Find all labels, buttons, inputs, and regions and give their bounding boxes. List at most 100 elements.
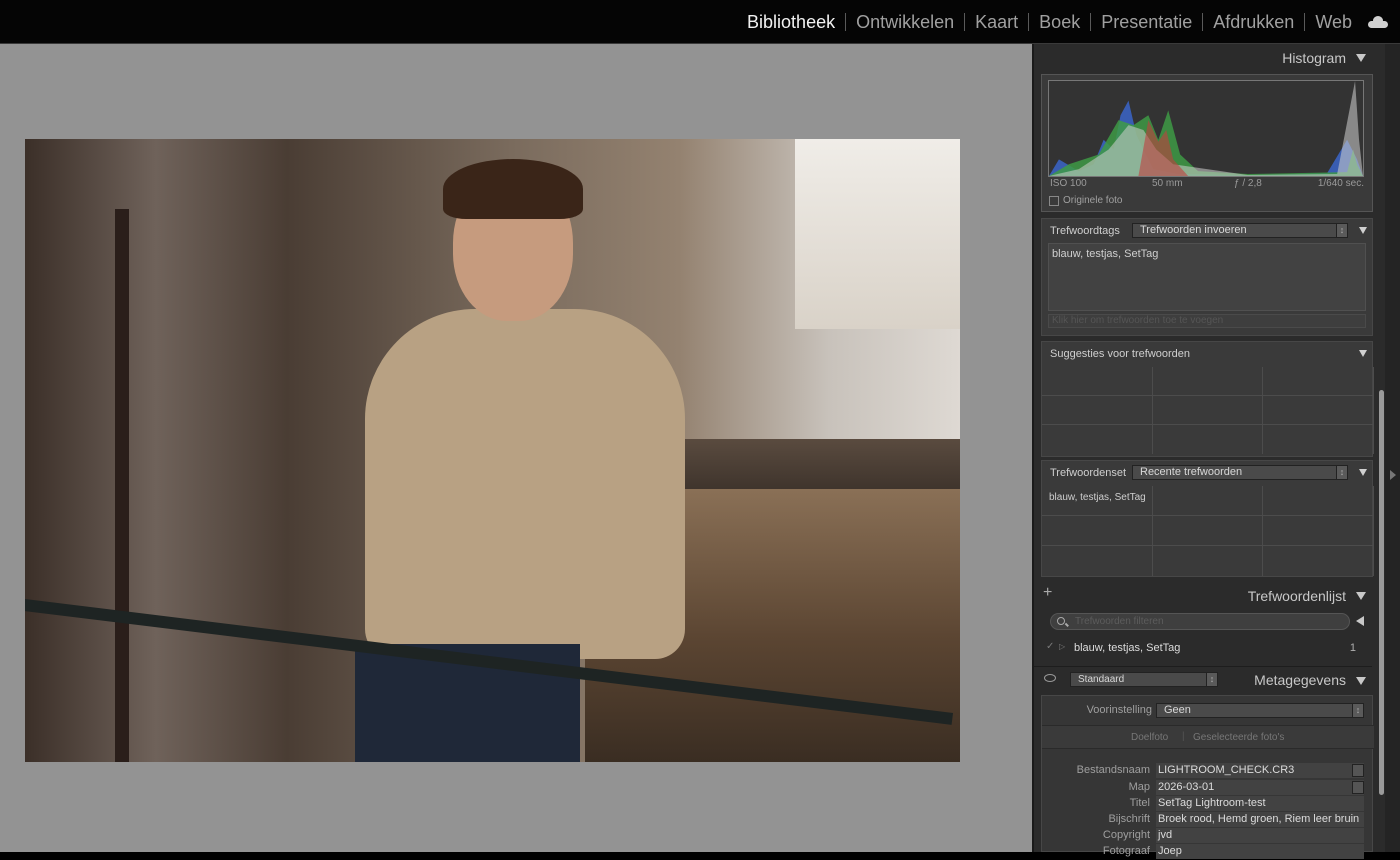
keyword-list-item[interactable]: ✓ ▷ blauw, testjas, SetTag 1 — [1040, 640, 1372, 658]
shutter-readout: 1/640 sec. — [1317, 178, 1364, 189]
module-web[interactable]: Web — [1304, 13, 1362, 31]
suggestion-cell[interactable] — [1152, 396, 1264, 425]
keyword-set-cell[interactable] — [1153, 546, 1264, 576]
suggestion-cell[interactable] — [1263, 367, 1374, 396]
add-keyword-field[interactable]: Klik hier om trefwoorden toe te voegen — [1048, 314, 1366, 328]
suggestion-cell[interactable] — [1042, 367, 1153, 396]
caption-field[interactable]: Broek rood, Hemd groen, Riem leer bruin — [1156, 812, 1364, 827]
suggestions-label: Suggesties voor trefwoorden — [1050, 348, 1191, 360]
selected-photos-button[interactable]: Geselecteerde foto's — [1193, 732, 1284, 743]
eye-icon[interactable] — [1044, 674, 1056, 682]
keyword-count: 1 — [1349, 642, 1356, 654]
filter-expand-icon[interactable] — [1356, 616, 1364, 626]
right-panel-edge[interactable] — [1385, 44, 1400, 852]
keyword-set-cell[interactable] — [1263, 546, 1374, 576]
module-library[interactable]: Bibliotheek — [737, 13, 845, 31]
keyword-set-cell[interactable] — [1042, 516, 1153, 546]
keyword-filter-input[interactable]: Trefwoorden filteren — [1050, 613, 1350, 630]
copyright-field[interactable]: jvd — [1156, 828, 1364, 843]
field-label: Map — [1128, 781, 1150, 793]
keyword-name: blauw, testjas, SetTag — [1074, 642, 1181, 654]
histogram-graph — [1048, 80, 1364, 177]
metadata-view-select[interactable]: Standaard — [1070, 672, 1218, 687]
original-photo-label: Originele foto — [1063, 195, 1123, 206]
suggestion-cell[interactable] — [1152, 367, 1264, 396]
suggestion-cell[interactable] — [1042, 425, 1153, 454]
metadata-field-row: Map 2026-03-01 — [1042, 780, 1374, 796]
keyword-entry-mode-select[interactable]: Trefwoorden invoeren — [1132, 223, 1348, 238]
metadata-field-row: Bijschrift Broek rood, Hemd groen, Riem l… — [1042, 812, 1374, 828]
metadata-field-row: Bestandsnaam LIGHTROOM_CHECK.CR3 — [1042, 763, 1374, 779]
module-map[interactable]: Kaart — [964, 13, 1028, 31]
module-book[interactable]: Boek — [1028, 13, 1090, 31]
focal-length-readout: 50 mm — [1152, 178, 1183, 189]
loupe-view — [0, 44, 1032, 852]
collapse-icon[interactable] — [1359, 469, 1367, 476]
field-label: Bestandsnaam — [1076, 764, 1150, 776]
keyword-set-grid: blauw, testjas, SetTag — [1042, 486, 1374, 576]
original-photo-toggle[interactable]: Originele foto — [1049, 195, 1122, 206]
right-panel-scrollbar-thumb[interactable] — [1379, 390, 1384, 795]
folder-field: 2026-03-01 — [1156, 780, 1364, 795]
keyword-set-cell[interactable] — [1042, 546, 1153, 576]
collapse-icon[interactable] — [1359, 350, 1367, 357]
metadata-field-row: Copyright jvd — [1042, 828, 1374, 844]
cloud-icon[interactable] — [1368, 16, 1388, 28]
collapse-icon[interactable] — [1359, 227, 1367, 234]
keyword-set-cell[interactable]: blauw, testjas, SetTag — [1042, 486, 1153, 516]
search-icon — [1057, 617, 1065, 625]
module-slideshow[interactable]: Presentatie — [1090, 13, 1202, 31]
metadata-header[interactable]: Standaard Metagegevens — [1034, 666, 1372, 692]
keyword-set-cell[interactable] — [1263, 486, 1374, 516]
checkmark-icon[interactable]: ✓ — [1046, 641, 1054, 652]
suggestion-cell[interactable] — [1263, 425, 1374, 454]
add-keyword-icon[interactable]: + — [1043, 584, 1052, 602]
collapse-icon[interactable] — [1356, 677, 1366, 685]
photo-preview[interactable] — [25, 139, 960, 762]
filename-field[interactable]: LIGHTROOM_CHECK.CR3 — [1156, 763, 1364, 778]
collapse-icon[interactable] — [1356, 592, 1366, 600]
module-develop[interactable]: Ontwikkelen — [845, 13, 964, 31]
metadata-title: Metagegevens — [1254, 672, 1346, 688]
keyword-set-select[interactable]: Recente trefwoorden — [1132, 465, 1348, 480]
histogram-panel: ISO 100 50 mm ƒ / 2,8 1/640 sec. Origine… — [1041, 74, 1373, 212]
photo-hair — [443, 159, 583, 219]
photo-sweater — [365, 309, 685, 659]
keyword-set-cell[interactable] — [1152, 516, 1264, 546]
field-label: Titel — [1129, 797, 1150, 809]
title-field[interactable]: SetTag Lightroom-test — [1156, 796, 1364, 811]
keyword-set-cell[interactable] — [1152, 486, 1264, 516]
preset-select[interactable]: Geen — [1156, 703, 1364, 718]
checkbox-icon[interactable] — [1049, 195, 1059, 206]
panel-toggle-icon[interactable] — [1390, 470, 1396, 480]
photo-sky — [795, 139, 960, 329]
collapse-icon[interactable] — [1356, 54, 1366, 62]
keyword-list-header[interactable]: + Trefwoordenlijst — [1034, 582, 1372, 608]
field-label: Copyright — [1102, 829, 1150, 841]
keyword-set-cell[interactable] — [1263, 516, 1374, 546]
module-picker-bar: Bibliotheek Ontwikkelen Kaart Boek Prese… — [0, 0, 1400, 44]
go-to-folder-button[interactable] — [1352, 781, 1364, 794]
separator: | — [1182, 731, 1185, 742]
keyword-list-title: Trefwoordenlijst — [1247, 588, 1346, 604]
field-label: Fotograaf — [1102, 845, 1150, 857]
keyword-textarea[interactable]: blauw, testjas, SetTag — [1048, 243, 1366, 311]
keyword-tags-panel: Trefwoordtags Trefwoorden invoeren blauw… — [1041, 218, 1373, 336]
target-photo-button[interactable]: Doelfoto — [1131, 732, 1168, 743]
histogram-header[interactable]: Histogram — [1040, 46, 1372, 72]
rename-button[interactable] — [1352, 764, 1364, 777]
suggestion-cell[interactable] — [1153, 425, 1264, 454]
keyword-filter-placeholder: Trefwoorden filteren — [1075, 616, 1164, 627]
disclosure-icon[interactable]: ▷ — [1059, 642, 1065, 651]
metadata-panel: Voorinstelling Geen Doelfoto | Geselecte… — [1041, 695, 1374, 859]
suggestion-cell[interactable] — [1042, 396, 1153, 425]
module-print[interactable]: Afdrukken — [1202, 13, 1304, 31]
preset-row: Voorinstelling Geen — [1042, 703, 1374, 719]
metadata-field-row: Fotograaf Joep — [1042, 844, 1374, 860]
right-panel: Histogram ISO 100 50 mm ƒ / 2,8 1/640 se… — [1032, 44, 1400, 859]
photo-lamppost — [115, 209, 129, 762]
metadata-field-row: Titel SetTag Lightroom-test — [1042, 796, 1374, 812]
suggestions-grid — [1042, 367, 1374, 454]
suggestion-cell[interactable] — [1263, 396, 1374, 425]
preset-label: Voorinstelling — [1086, 704, 1152, 716]
